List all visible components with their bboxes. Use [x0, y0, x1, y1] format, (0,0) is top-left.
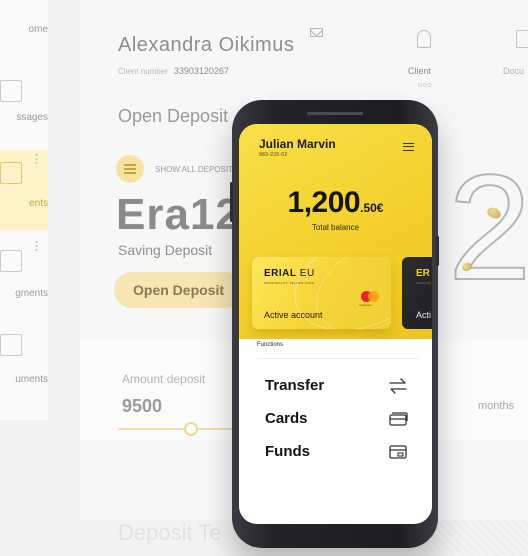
sidebar-item-messages[interactable]: ssages — [0, 70, 48, 150]
open-deposit-button[interactable]: Open Deposit — [114, 272, 244, 308]
card-network: mastercard — [359, 304, 372, 307]
big-numeral: 2 — [447, 143, 528, 311]
person-icon — [0, 162, 22, 184]
balance-label: Total balance — [311, 223, 360, 232]
card-stack-icon — [389, 412, 408, 426]
sidebar-item-home[interactable]: ome — [0, 0, 48, 80]
function-funds[interactable]: Funds — [265, 440, 415, 466]
deposit-title: Era12 — [116, 190, 241, 239]
function-transfer[interactable]: Transfer — [265, 374, 415, 400]
amount-value[interactable]: 9500 — [122, 396, 162, 417]
card-tagline: PERSONA — [416, 281, 431, 285]
card-primary[interactable]: ERIAL EU PERSONALITY YELLOW CARD masterc… — [252, 257, 391, 329]
phone-speaker — [307, 112, 363, 115]
months-label: months — [478, 400, 515, 412]
documents-icon[interactable] — [516, 30, 528, 48]
open-deposit-button-label: Open Deposit — [133, 282, 225, 298]
total-balance: 1,200.50€ — [239, 186, 432, 220]
deposit-terms-heading: Deposit Te — [118, 520, 222, 545]
sidebar: ome ssages ents gments uments — [0, 0, 48, 420]
envelope-icon — [0, 80, 22, 102]
function-label: Funds — [265, 443, 310, 460]
more-dots-icon[interactable] — [35, 240, 38, 252]
client-number: Client number 33903120267 — [118, 66, 229, 76]
client-number-label: Client number — [118, 67, 168, 76]
amount-label: Amount deposit — [122, 372, 206, 386]
client-number-value: 33903120267 — [173, 66, 229, 76]
balance-cents: .50€ — [360, 201, 384, 215]
more-dots-icon[interactable] — [35, 153, 38, 165]
amount-slider-track[interactable] — [118, 428, 238, 430]
sidebar-item-assignments[interactable]: gments — [0, 236, 48, 316]
client-name: Alexandra Oikimus — [118, 34, 295, 56]
mastercard-logo-icon — [361, 291, 379, 303]
card-status: Active account — [264, 310, 323, 320]
hamburger-menu-icon[interactable] — [403, 143, 414, 151]
balance-amount: 1,200 — [287, 186, 361, 219]
nav-documents[interactable]: Docu — [503, 66, 524, 76]
transfer-arrows-icon — [389, 378, 407, 394]
user-number: 983-235-02 — [259, 152, 288, 158]
nav-client[interactable]: Client — [408, 66, 431, 76]
sidebar-item-label: ome — [28, 24, 48, 35]
client-icon[interactable] — [417, 30, 431, 48]
sidebar-item-label: uments — [15, 374, 48, 385]
amount-slider-handle[interactable] — [184, 422, 198, 436]
phone-screen: Julian Marvin 983-235-02 1,200.50€ Total… — [239, 124, 432, 524]
document-icon — [0, 250, 22, 272]
card-brand: ERIAL EU — [264, 268, 315, 279]
sidebar-item-label: gments — [15, 288, 48, 299]
nav-client-indicator: ooo — [418, 82, 433, 89]
folder-icon — [0, 334, 22, 356]
open-deposit-heading: Open Deposit — [118, 106, 229, 126]
sidebar-item-documents[interactable]: uments — [0, 322, 48, 402]
sidebar-item-label: ents — [29, 198, 48, 209]
menu-button[interactable] — [116, 155, 144, 183]
card-tagline: PERSONALITY YELLOW CARD — [264, 281, 315, 285]
funds-wallet-icon — [389, 445, 407, 459]
card-status: Acti — [416, 310, 432, 320]
user-name: Julian Marvin — [259, 137, 336, 151]
deposit-subtitle: Saving Deposit — [118, 242, 213, 258]
functions-label: Functions — [257, 342, 284, 348]
function-label: Transfer — [265, 377, 325, 394]
divider — [257, 358, 419, 359]
sidebar-item-clients[interactable]: ents — [0, 150, 48, 230]
card-brand: ER — [416, 268, 430, 279]
show-all-deposits-link[interactable]: SHOW ALL DEPOSITS — [155, 165, 238, 174]
function-cards[interactable]: Cards — [265, 407, 415, 433]
mail-icon[interactable] — [310, 28, 323, 37]
balance-header: Julian Marvin 983-235-02 1,200.50€ Total… — [239, 124, 432, 339]
function-label: Cards — [265, 410, 308, 427]
card-secondary[interactable]: ER PERSONA Acti — [402, 257, 432, 329]
sidebar-item-label: ssages — [16, 112, 48, 123]
